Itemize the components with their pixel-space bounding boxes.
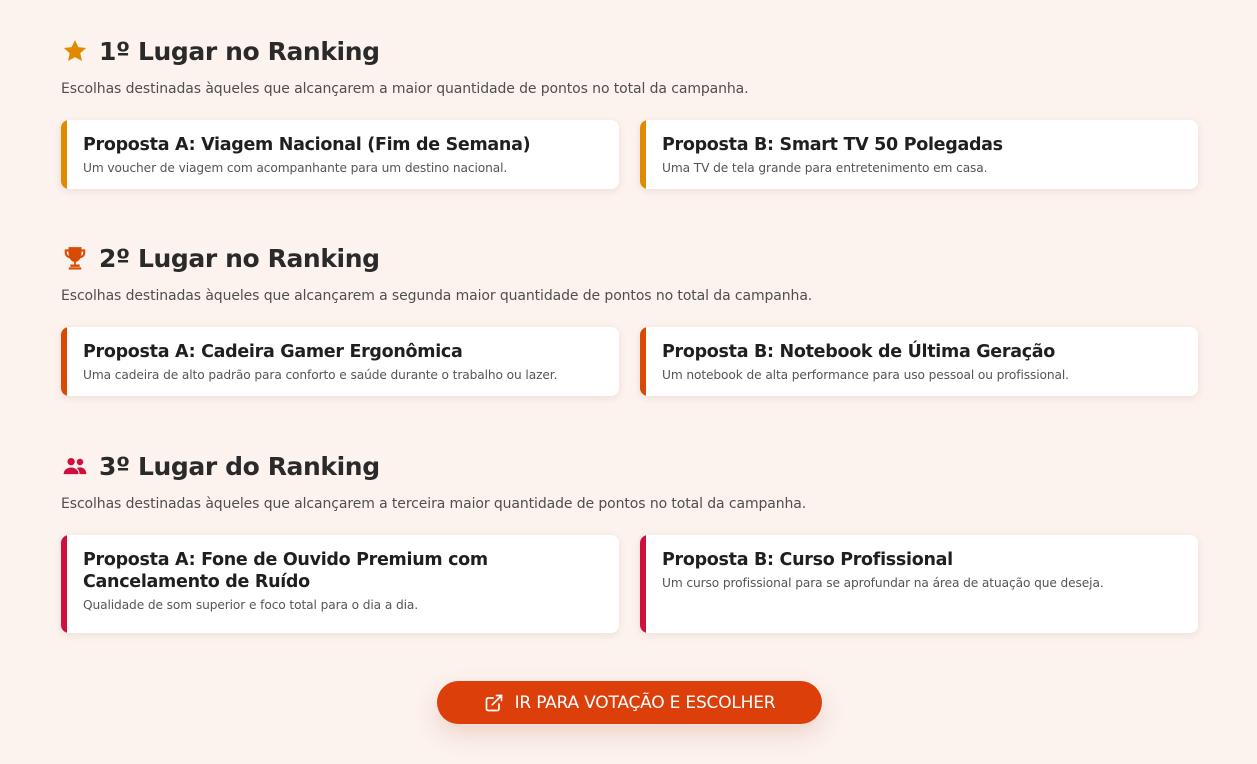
option-card-a[interactable]: Proposta A: Viagem Nacional (Fim de Sema… (61, 120, 619, 189)
go-to-voting-button[interactable]: IR PARA VOTAÇÃO E ESCOLHER (437, 681, 822, 724)
section-description: Escolhas destinadas àqueles que alcançar… (61, 81, 749, 97)
options-grid: Proposta A: Fone de Ouvido Premium com C… (61, 535, 1198, 633)
star-icon (61, 38, 88, 65)
option-title: Proposta B: Curso Profissional (662, 550, 953, 570)
ranking-page: 1º Lugar no Ranking Escolhas destinadas … (0, 0, 1257, 764)
option-card-b[interactable]: Proposta B: Curso Profissional Um curso … (640, 535, 1198, 633)
section-title: 3º Lugar do Ranking (99, 451, 380, 481)
section-description: Escolhas destinadas àqueles que alcançar… (61, 288, 813, 304)
option-card-b[interactable]: Proposta B: Smart TV 50 Polegadas Uma TV… (640, 120, 1198, 189)
options-grid: Proposta A: Cadeira Gamer Ergonômica Uma… (61, 327, 1198, 403)
ranking-section-first: 1º Lugar no Ranking Escolhas destinadas … (61, 34, 1198, 196)
section-header: 2º Lugar no Ranking (61, 241, 1198, 275)
section-title: 2º Lugar no Ranking (99, 243, 380, 273)
option-card-b[interactable]: Proposta B: Notebook de Última Geração U… (640, 327, 1198, 396)
option-title: Proposta A: Cadeira Gamer Ergonômica (83, 342, 463, 362)
external-link-icon (484, 693, 504, 713)
option-description: Um curso profissional para se aprofundar… (662, 576, 1104, 590)
trophy-icon (61, 245, 88, 272)
option-title: Proposta A: Viagem Nacional (Fim de Sema… (83, 135, 531, 155)
option-card-a[interactable]: Proposta A: Cadeira Gamer Ergonômica Uma… (61, 327, 619, 396)
users-icon (61, 453, 88, 480)
options-grid: Proposta A: Viagem Nacional (Fim de Sema… (61, 120, 1198, 196)
option-description: Um notebook de alta performance para uso… (662, 368, 1069, 382)
button-label: IR PARA VOTAÇÃO E ESCOLHER (514, 692, 776, 713)
section-header: 1º Lugar no Ranking (61, 34, 1198, 68)
option-title: Proposta A: Fone de Ouvido Premium com C… (83, 550, 488, 592)
option-description: Um voucher de viagem com acompanhante pa… (83, 161, 508, 175)
ranking-section-second: 2º Lugar no Ranking Escolhas destinadas … (61, 241, 1198, 403)
option-description: Uma TV de tela grande para entreteniment… (662, 161, 988, 175)
option-title: Proposta B: Notebook de Última Geração (662, 342, 1056, 362)
ranking-section-third: 3º Lugar do Ranking Escolhas destinadas … (61, 449, 1198, 633)
option-title: Proposta B: Smart TV 50 Polegadas (662, 135, 1003, 155)
section-header: 3º Lugar do Ranking (61, 449, 1198, 483)
section-description: Escolhas destinadas àqueles que alcançar… (61, 496, 807, 512)
option-description: Uma cadeira de alto padrão para conforto… (83, 368, 558, 382)
option-card-a[interactable]: Proposta A: Fone de Ouvido Premium com C… (61, 535, 619, 633)
option-description: Qualidade de som superior e foco total p… (83, 598, 419, 612)
section-title: 1º Lugar no Ranking (99, 36, 380, 66)
